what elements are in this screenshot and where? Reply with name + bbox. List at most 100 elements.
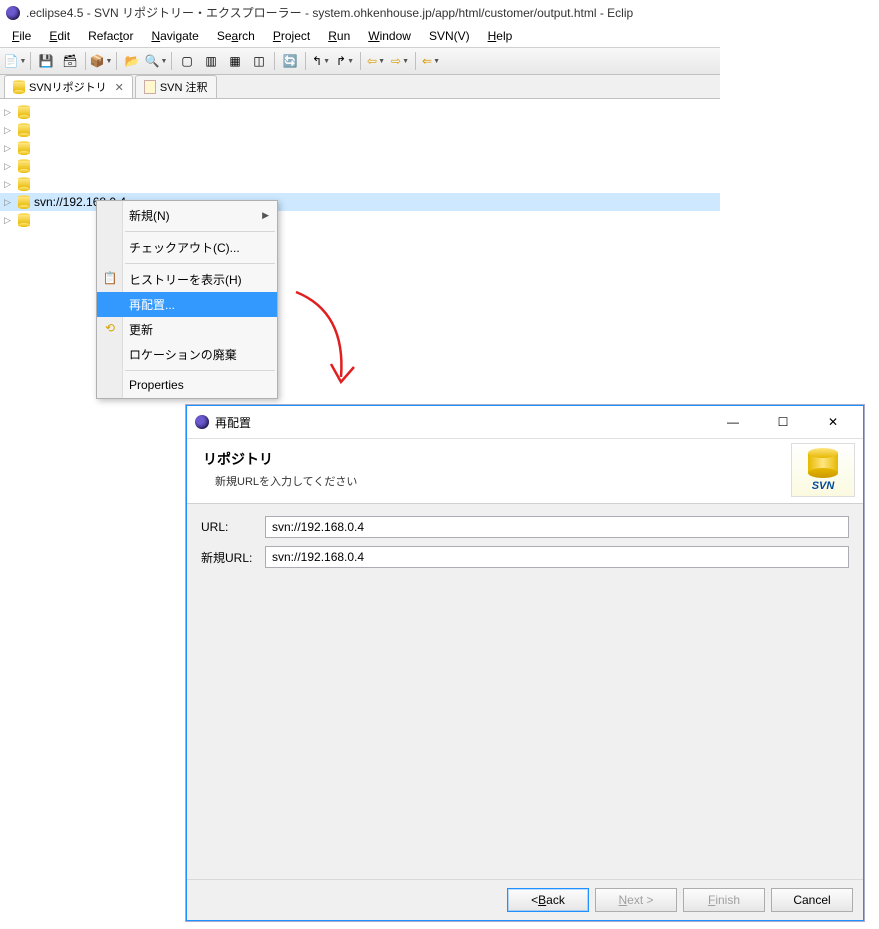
- history-back-button[interactable]: ⇐▼: [420, 50, 442, 72]
- repository-icon: [18, 177, 30, 191]
- tree-item[interactable]: ▷: [0, 103, 720, 121]
- toolbar-separator: [415, 52, 416, 70]
- view-tabs: SVNリポジトリ ✕ SVN 注釈: [0, 75, 720, 99]
- search-button[interactable]: 🔍▼: [145, 50, 167, 72]
- toolbar: 📄▼ 💾 🗃 📦▼ 📂 🔍▼ ▢ ▥ ▦ ◫ 🔄 ↰▼ ↱▼ ⇦▼ ⇨▼ ⇐▼: [0, 47, 720, 75]
- context-item-label: 新規(N): [129, 207, 170, 224]
- next-button[interactable]: Next >: [595, 888, 677, 912]
- menu-run[interactable]: Run: [320, 27, 358, 45]
- new-button[interactable]: 📄▼: [4, 50, 26, 72]
- repository-icon: [18, 213, 30, 227]
- context-separator: [125, 263, 275, 264]
- context-item-label: Properties: [129, 378, 184, 392]
- repository-icon: [18, 141, 30, 155]
- layout-1-button[interactable]: ▢: [176, 50, 198, 72]
- repository-icon: [18, 159, 30, 173]
- context-new[interactable]: 新規(N) ▶: [97, 203, 277, 228]
- package-button[interactable]: 📦▼: [90, 50, 112, 72]
- url-label: URL:: [201, 520, 257, 534]
- tab-label: SVN 注釈: [160, 79, 208, 95]
- dialog-body: URL: 新規URL:: [187, 504, 863, 879]
- menu-search[interactable]: Search: [209, 27, 263, 45]
- toolbar-separator: [274, 52, 275, 70]
- window-title: .eclipse4.5 - SVN リポジトリー・エクスプローラー - syst…: [26, 4, 633, 21]
- toolbar-separator: [30, 52, 31, 70]
- context-item-label: チェックアウト(C)...: [129, 239, 240, 256]
- new-url-input[interactable]: [265, 546, 849, 568]
- context-refresh[interactable]: ⟲ 更新: [97, 317, 277, 342]
- context-item-label: ヒストリーを表示(H): [129, 271, 242, 288]
- tab-label: SVNリポジトリ: [29, 79, 107, 95]
- back-button[interactable]: ⇦▼: [365, 50, 387, 72]
- dialog-heading: リポジトリ: [203, 449, 847, 469]
- tree-item[interactable]: ▷: [0, 139, 720, 157]
- eclipse-icon: [195, 415, 209, 429]
- url-field-row: URL:: [201, 516, 849, 538]
- menu-svn[interactable]: SVN(V): [421, 27, 478, 45]
- menu-refactor[interactable]: Refactor: [80, 27, 141, 45]
- context-checkout[interactable]: チェックアウト(C)...: [97, 235, 277, 260]
- menu-bar: File Edit Refactor Navigate Search Proje…: [0, 25, 720, 47]
- refresh-icon: ⟲: [102, 320, 118, 336]
- new-url-field-row: 新規URL:: [201, 546, 849, 568]
- context-history[interactable]: 📋 ヒストリーを表示(H): [97, 267, 277, 292]
- sync-button[interactable]: 🔄: [279, 50, 301, 72]
- tab-svn-annotate[interactable]: SVN 注釈: [135, 75, 217, 98]
- context-discard[interactable]: ロケーションの廃棄: [97, 342, 277, 367]
- toolbar-separator: [116, 52, 117, 70]
- finish-button[interactable]: Finish: [683, 888, 765, 912]
- eclipse-icon: [6, 6, 20, 20]
- toolbar-separator: [305, 52, 306, 70]
- context-separator: [125, 370, 275, 371]
- menu-help[interactable]: Help: [480, 27, 521, 45]
- menu-project[interactable]: Project: [265, 27, 318, 45]
- tree-item[interactable]: ▷: [0, 157, 720, 175]
- svn-logo: SVN: [791, 443, 855, 497]
- menu-file[interactable]: File: [4, 27, 39, 45]
- save-all-button[interactable]: 🗃: [59, 50, 81, 72]
- nav-down-button[interactable]: ↱▼: [334, 50, 356, 72]
- close-button[interactable]: ✕: [811, 411, 855, 433]
- tree-item[interactable]: ▷: [0, 121, 720, 139]
- dialog-header: リポジトリ 新規URLを入力してください SVN: [187, 439, 863, 504]
- context-item-label: 更新: [129, 321, 153, 338]
- repository-icon: [18, 195, 30, 209]
- menu-edit[interactable]: Edit: [41, 27, 78, 45]
- svn-logo-text: SVN: [812, 480, 835, 492]
- url-input[interactable]: [265, 516, 849, 538]
- tab-svn-repositories[interactable]: SVNリポジトリ ✕: [4, 75, 133, 98]
- menu-navigate[interactable]: Navigate: [143, 27, 206, 45]
- tab-close-icon[interactable]: ✕: [115, 81, 124, 94]
- relocate-dialog: 再配置 — ☐ ✕ リポジトリ 新規URLを入力してください SVN URL: …: [186, 405, 864, 921]
- toolbar-separator: [360, 52, 361, 70]
- cancel-button[interactable]: Cancel: [771, 888, 853, 912]
- maximize-button[interactable]: ☐: [761, 411, 805, 433]
- back-button[interactable]: < Back: [507, 888, 589, 912]
- context-menu: 新規(N) ▶ チェックアウト(C)... 📋 ヒストリーを表示(H) 再配置.…: [96, 200, 278, 399]
- submenu-arrow-icon: ▶: [262, 210, 269, 221]
- save-button[interactable]: 💾: [35, 50, 57, 72]
- context-properties[interactable]: Properties: [97, 374, 277, 396]
- minimize-button[interactable]: —: [711, 411, 755, 433]
- open-button[interactable]: 📂: [121, 50, 143, 72]
- dialog-titlebar: 再配置 — ☐ ✕: [187, 406, 863, 439]
- context-item-label: ロケーションの廃棄: [129, 346, 237, 363]
- nav-up-button[interactable]: ↰▼: [310, 50, 332, 72]
- repository-icon: [18, 105, 30, 119]
- layout-3-button[interactable]: ▦: [224, 50, 246, 72]
- forward-button[interactable]: ⇨▼: [389, 50, 411, 72]
- context-item-label: 再配置...: [129, 296, 175, 313]
- repository-icon: [13, 80, 25, 94]
- layout-4-button[interactable]: ◫: [248, 50, 270, 72]
- layout-2-button[interactable]: ▥: [200, 50, 222, 72]
- dialog-footer: < Back Next > Finish Cancel: [187, 879, 863, 920]
- menu-window[interactable]: Window: [360, 27, 419, 45]
- new-url-label: 新規URL:: [201, 549, 257, 566]
- context-relocate[interactable]: 再配置...: [97, 292, 277, 317]
- toolbar-separator: [85, 52, 86, 70]
- tree-item[interactable]: ▷: [0, 175, 720, 193]
- title-bar: .eclipse4.5 - SVN リポジトリー・エクスプローラー - syst…: [0, 0, 720, 25]
- dialog-subtext: 新規URLを入力してください: [203, 473, 847, 489]
- dialog-title: 再配置: [215, 414, 251, 431]
- repository-icon: [18, 123, 30, 137]
